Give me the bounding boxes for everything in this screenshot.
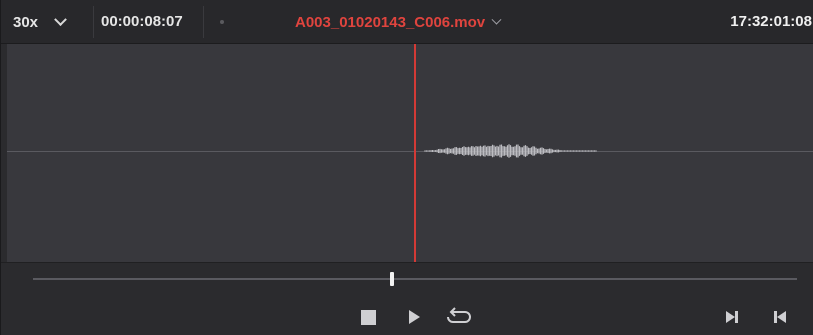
jump-to-next-icon bbox=[726, 311, 738, 323]
play-icon bbox=[409, 310, 420, 324]
stop-icon bbox=[360, 309, 376, 325]
waveform-display[interactable] bbox=[7, 44, 813, 262]
clip-name-dropdown[interactable]: A003_01020143_C006.mov bbox=[295, 0, 502, 44]
header-divider bbox=[203, 6, 204, 38]
scrubber-track[interactable] bbox=[33, 278, 797, 280]
source-timecode[interactable]: 00:00:08:07 bbox=[101, 0, 183, 44]
clip-name: A003_01020143_C006.mov bbox=[295, 13, 486, 31]
zoom-value: 30x bbox=[13, 13, 39, 31]
stop-button[interactable] bbox=[357, 306, 379, 328]
chevron-down-icon bbox=[491, 14, 502, 25]
transport-bar bbox=[1, 262, 813, 335]
loop-icon bbox=[447, 307, 472, 323]
loop-button[interactable] bbox=[444, 304, 474, 330]
jump-to-previous-icon bbox=[774, 311, 786, 323]
dot-icon bbox=[220, 20, 224, 24]
scrubber-handle[interactable] bbox=[390, 272, 394, 286]
audio-waveform bbox=[424, 144, 597, 158]
record-timecode: 17:32:01:08 bbox=[730, 13, 812, 30]
zoom-dropdown[interactable]: 30x bbox=[13, 0, 95, 44]
header-divider bbox=[93, 6, 94, 38]
play-button[interactable] bbox=[403, 306, 425, 328]
jump-to-next-button[interactable] bbox=[721, 306, 743, 328]
viewer-header: 30x 00:00:08:07 A003_01020143_C006.mov 1… bbox=[1, 0, 813, 44]
jump-to-previous-button[interactable] bbox=[769, 306, 791, 328]
playhead[interactable] bbox=[414, 44, 416, 262]
chevron-down-icon bbox=[54, 12, 67, 26]
audio-viewer-panel: 30x 00:00:08:07 A003_01020143_C006.mov 1… bbox=[0, 0, 813, 335]
